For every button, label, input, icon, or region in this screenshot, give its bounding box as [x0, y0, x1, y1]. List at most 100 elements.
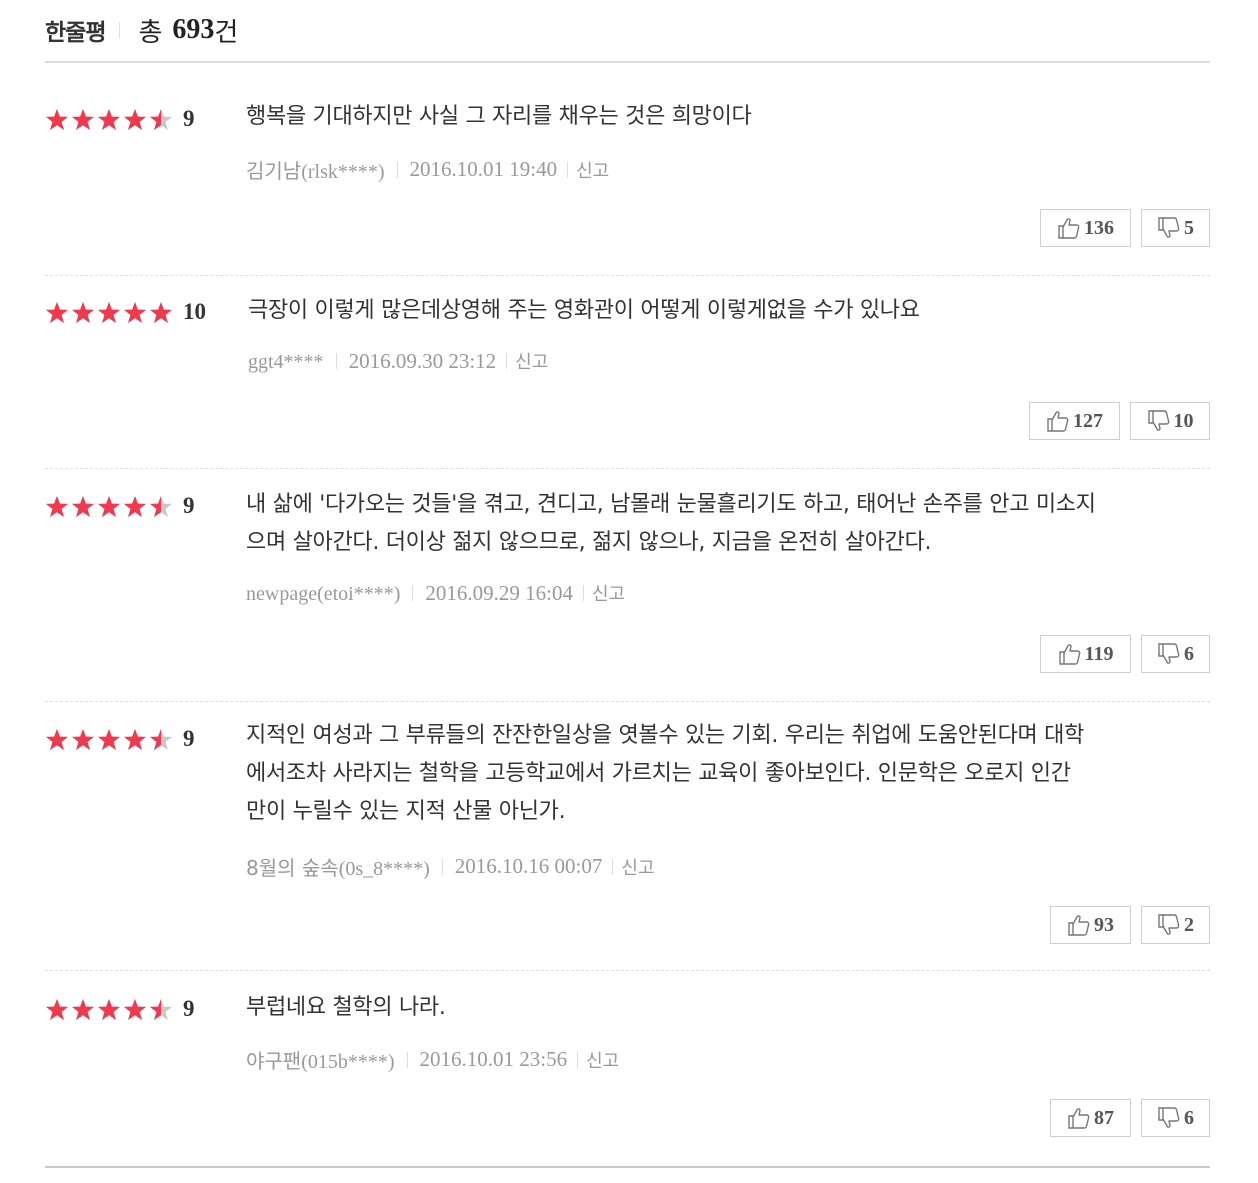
review-divider — [45, 275, 1210, 276]
star-icon — [45, 301, 69, 323]
star-icon — [45, 998, 69, 1020]
review-meta: 김기남(rlsk****) 2016.10.01 19:40 신고 — [246, 155, 609, 184]
report-link[interactable]: 신고 — [586, 1047, 619, 1073]
like-count: 87 — [1094, 1106, 1114, 1129]
review-text: 부럽네요 철학의 나라. — [246, 989, 446, 1027]
like-count: 93 — [1094, 913, 1114, 936]
review-meta: ggt4**** 2016.09.30 23:12 신고 — [248, 348, 548, 374]
like-button[interactable]: 93 — [1050, 906, 1131, 944]
review-text-line: 행복을 기대하지만 사실 그 자리를 채우는 것은 희망이다 — [246, 104, 752, 129]
report-link[interactable]: 신고 — [592, 580, 625, 606]
star-rating — [45, 108, 175, 132]
meta-divider — [577, 1051, 579, 1068]
dislike-count: 2 — [1184, 913, 1194, 936]
review-divider — [45, 970, 1210, 971]
review-text-line: 극장이 이렇게 많은데상영해 주는 영화관이 어떻게 이렇게없을 수가 있나요 — [248, 298, 920, 323]
review-author: ggt4**** — [248, 349, 324, 374]
meta-divider — [567, 161, 569, 178]
star-rating — [45, 301, 175, 325]
star-icon — [123, 301, 147, 323]
thumbs-up-icon — [1068, 915, 1090, 936]
star-icon — [123, 998, 147, 1020]
star-icon — [149, 108, 173, 130]
review-text: 행복을 기대하지만 사실 그 자리를 채우는 것은 희망이다 — [246, 98, 752, 136]
review-text-line: 에서조차 사라지는 철학을 고등학교에서 가르치는 교육이 좋아보인다. 인문학… — [246, 761, 1071, 786]
like-button[interactable]: 119 — [1040, 635, 1131, 673]
star-icon — [71, 108, 95, 130]
report-link[interactable]: 신고 — [621, 854, 654, 880]
star-icon — [45, 728, 69, 750]
like-button[interactable]: 127 — [1029, 402, 1120, 440]
report-link[interactable]: 신고 — [576, 157, 609, 183]
star-icon — [97, 108, 121, 130]
review-text-line: 만이 누릴수 있는 지적 산물 아닌가. — [246, 799, 566, 824]
like-count: 119 — [1084, 642, 1114, 665]
thumbs-down-icon — [1158, 217, 1180, 238]
header-divider — [119, 22, 121, 38]
author-nickname: 김기남 — [246, 159, 302, 183]
thumbs-up-icon — [1068, 1108, 1090, 1129]
star-icon — [97, 728, 121, 750]
review-text-line: 내 삶에 '다가오는 것들'을 겪고, 견디고, 남몰래 눈물흘리기도 하고, … — [246, 492, 1096, 517]
star-icon — [123, 495, 147, 517]
star-icon — [97, 998, 121, 1020]
star-icon — [97, 301, 121, 323]
rating-score: 10 — [183, 299, 206, 324]
star-icon — [97, 495, 121, 517]
star-icon — [71, 301, 95, 323]
thumbs-down-icon — [1158, 914, 1180, 935]
star-rating — [45, 495, 175, 519]
thumbs-down-icon — [1158, 1107, 1180, 1128]
star-icon — [149, 495, 173, 517]
author-id: ggt4**** — [248, 350, 324, 373]
dislike-count: 10 — [1173, 409, 1194, 432]
review-header: 한줄평 총 693 건 — [45, 8, 238, 52]
review-date: 2016.09.30 23:12 — [348, 348, 497, 373]
review-meta: newpage(etoi****) 2016.09.29 16:04 신고 — [246, 580, 625, 606]
author-id: (0s_8****) — [338, 858, 430, 880]
review-text: 극장이 이렇게 많은데상영해 주는 영화관이 어떻게 이렇게없을 수가 있나요 — [248, 292, 920, 330]
star-icon — [123, 108, 147, 130]
dislike-button[interactable]: 2 — [1141, 906, 1210, 944]
star-icon — [71, 998, 95, 1020]
review-divider — [45, 701, 1210, 702]
rating-score: 9 — [183, 106, 195, 131]
star-icon — [123, 728, 147, 750]
meta-divider — [406, 1051, 408, 1068]
author-id: newpage(etoi****) — [246, 582, 401, 605]
dislike-count: 5 — [1184, 216, 1194, 239]
thumbs-up-icon — [1058, 644, 1080, 665]
author-nickname: 야구팬 — [246, 1049, 302, 1073]
thumbs-down-icon — [1147, 410, 1169, 431]
rating-score: 9 — [183, 493, 195, 518]
star-icon — [71, 728, 95, 750]
rating-score: 9 — [183, 996, 195, 1021]
meta-divider — [396, 161, 398, 178]
star-rating — [45, 998, 175, 1022]
review-date: 2016.10.01 19:40 — [409, 157, 558, 181]
review-author: 8월의 숲속(0s_8****) — [246, 852, 430, 881]
meta-divider — [335, 353, 337, 369]
dislike-button[interactable]: 10 — [1130, 402, 1210, 440]
like-count: 127 — [1073, 409, 1103, 432]
review-text: 내 삶에 '다가오는 것들'을 겪고, 견디고, 남몰래 눈물흘리기도 하고, … — [246, 486, 1096, 562]
report-link[interactable]: 신고 — [515, 348, 548, 374]
like-button[interactable]: 136 — [1040, 209, 1131, 247]
dislike-count: 6 — [1184, 642, 1194, 665]
review-date: 2016.09.29 16:04 — [425, 580, 573, 605]
author-nickname: 8월의 숲속 — [246, 856, 339, 880]
review-divider — [45, 468, 1210, 469]
review-author: newpage(etoi****) — [246, 581, 400, 606]
dislike-button[interactable]: 6 — [1141, 635, 1210, 673]
author-id: (rlsk****) — [301, 161, 385, 183]
like-button[interactable]: 87 — [1050, 1099, 1131, 1137]
thumbs-up-icon — [1047, 411, 1069, 432]
review-meta: 8월의 숲속(0s_8****) 2016.10.16 00:07 신고 — [246, 852, 655, 881]
review-date: 2016.10.16 00:07 — [454, 854, 603, 878]
thumbs-down-icon — [1158, 643, 1180, 664]
review-author: 김기남(rlsk****) — [246, 155, 385, 184]
section-title: 한줄평 — [45, 20, 106, 46]
total-unit: 건 — [214, 17, 239, 48]
dislike-button[interactable]: 6 — [1141, 1099, 1210, 1137]
dislike-button[interactable]: 5 — [1141, 209, 1210, 247]
